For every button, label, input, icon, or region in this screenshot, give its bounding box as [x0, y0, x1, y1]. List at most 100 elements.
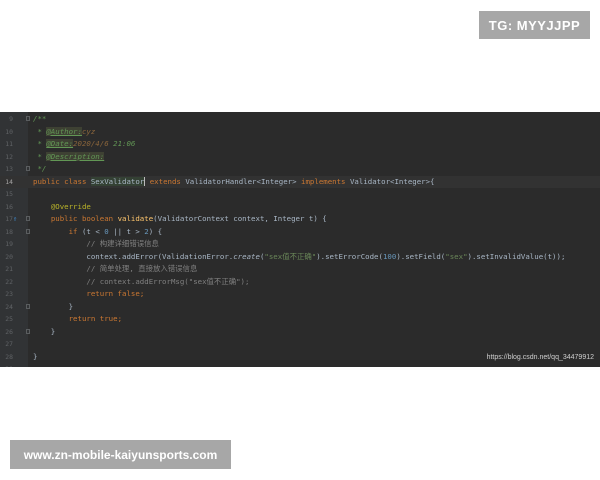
fold-marker-icon[interactable] — [26, 228, 30, 234]
line-number: 23 — [5, 290, 13, 298]
code-token: || t > — [108, 226, 145, 236]
code-token: ) { — [148, 226, 163, 236]
code-line[interactable]: 22 // context.addErrorMsg("sex值不正确"); — [0, 276, 600, 289]
code-token: public boolean — [50, 214, 118, 223]
code-token: context.addError(ValidationError. — [33, 251, 234, 261]
line-number: 18 — [5, 227, 13, 236]
code-line[interactable]: 26 } — [0, 326, 600, 339]
code-token: * — [33, 126, 47, 136]
code-text: // 构建详细错误信息 — [33, 238, 159, 251]
line-number: 16 — [5, 202, 13, 211]
fold-marker-icon[interactable] — [26, 166, 30, 171]
code-token: } — [33, 301, 74, 311]
code-text: public class SexValidator extends Valida… — [33, 176, 435, 189]
code-token: create — [233, 251, 260, 261]
line-number: 17 — [5, 215, 13, 223]
code-token: } — [33, 351, 38, 361]
override-gutter-icon[interactable]: ⇑ — [13, 215, 20, 223]
code-token: * — [33, 151, 47, 161]
line-number: 9 — [9, 115, 13, 123]
code-token: public class — [33, 176, 91, 186]
line-number: 19 — [5, 240, 13, 248]
code-line[interactable]: 12 * @Description: — [0, 151, 600, 164]
code-token: (t < — [81, 226, 105, 236]
watermark-bottom: www.zn-mobile-kaiyunsports.com — [10, 440, 231, 469]
code-token: cyz — [81, 126, 96, 136]
code-line[interactable]: 11 * @Date:2020/4/6 21:06 — [0, 138, 600, 151]
fold-marker-icon[interactable] — [26, 303, 30, 309]
line-number: 13 — [5, 165, 13, 173]
code-token: * — [33, 139, 47, 148]
line-number: 24 — [5, 302, 13, 311]
code-token: @Description: — [46, 151, 105, 161]
fold-marker-icon[interactable] — [26, 116, 30, 121]
code-line[interactable]: 13 */ — [0, 163, 600, 176]
line-number: 11 — [5, 140, 13, 148]
line-number: 29 — [0, 363, 13, 367]
code-line[interactable]: 17 ⇑ public boolean validate(ValidatorCon… — [0, 213, 600, 226]
code-text: /** — [33, 113, 46, 126]
code-token: 2020/4/6 — [73, 139, 109, 148]
code-token: validate — [117, 214, 154, 223]
code-token: ).setField( — [396, 251, 446, 261]
code-token: @Override — [50, 201, 91, 211]
code-line[interactable]: 15 — [0, 188, 600, 201]
code-line[interactable]: 23 return false; — [0, 288, 600, 301]
code-text: public boolean validate(ValidatorContext… — [33, 213, 327, 226]
code-text: @Override — [33, 201, 91, 214]
line-number: 14 — [5, 177, 13, 186]
code-token: ).setInvalidValue(t)); — [467, 251, 566, 261]
code-token: Validator<Integer>{ — [349, 176, 435, 186]
code-token: return true — [68, 314, 118, 323]
line-number: 10 — [5, 127, 13, 136]
code-text: // context.addErrorMsg("sex值不正确"); — [33, 276, 249, 289]
code-text: return false; — [33, 288, 144, 301]
code-line[interactable]: 9 /** — [0, 113, 600, 126]
fold-marker-icon[interactable] — [26, 216, 30, 221]
code-token: implements — [301, 176, 350, 186]
code-line[interactable]: 10 * @Author:cyz — [0, 126, 600, 139]
code-editor[interactable]: 9/** 10 * @Author:cyz 11 * @Date:2020/4/6 … — [0, 112, 600, 367]
code-token: ).setErrorCode( — [316, 251, 383, 261]
code-token: @Author: — [46, 126, 82, 136]
code-line[interactable]: 27 — [0, 338, 600, 351]
code-token: @Date: — [46, 139, 74, 148]
code-token: /** — [33, 114, 47, 123]
line-number: 27 — [5, 340, 13, 348]
code-token: // 构建详细错误信息 — [86, 239, 159, 248]
line-number: 22 — [5, 277, 13, 286]
code-token: } — [33, 326, 56, 336]
line-number: 21 — [5, 265, 13, 273]
code-line[interactable]: 24 } — [0, 301, 600, 314]
code-line[interactable]: 19 // 构建详细错误信息 — [0, 238, 600, 251]
code-token: extends — [145, 176, 186, 186]
code-text: * @Description: — [33, 151, 105, 164]
code-token: SexValidator — [90, 176, 146, 186]
code-line[interactable]: 14 public class SexValidator extends Vali… — [0, 175, 600, 189]
code-line[interactable]: 21 // 简单处理, 直接放入错误信息 — [0, 263, 600, 276]
code-text: context.addError(ValidationError.create(… — [33, 251, 565, 264]
code-token: "sex" — [445, 251, 468, 261]
code-line[interactable]: 29 — [0, 363, 600, 367]
watermark-top: TG: MYYJJPP — [479, 11, 590, 39]
code-line[interactable]: 18 if (t < 0 || t > 2) { — [0, 226, 600, 239]
source-url-watermark: https://blog.csdn.net/qq_34479912 — [486, 354, 594, 361]
code-line[interactable]: 20 context.addError(ValidationError.crea… — [0, 251, 600, 264]
code-token: */ — [33, 164, 47, 173]
line-number: 15 — [5, 190, 13, 198]
code-token: ; — [117, 314, 123, 323]
code-text: } — [33, 351, 37, 364]
code-token: ValidatorHandler<Integer> — [185, 176, 302, 186]
code-line[interactable]: 16 @Override — [0, 201, 600, 214]
code-text: } — [33, 326, 55, 339]
line-number: 26 — [5, 327, 13, 336]
code-token: 21:06 — [108, 139, 136, 148]
code-text: // 简单处理, 直接放入错误信息 — [33, 263, 197, 276]
code-line[interactable]: 25 return true; — [0, 313, 600, 326]
fold-marker-icon[interactable] — [26, 328, 30, 334]
